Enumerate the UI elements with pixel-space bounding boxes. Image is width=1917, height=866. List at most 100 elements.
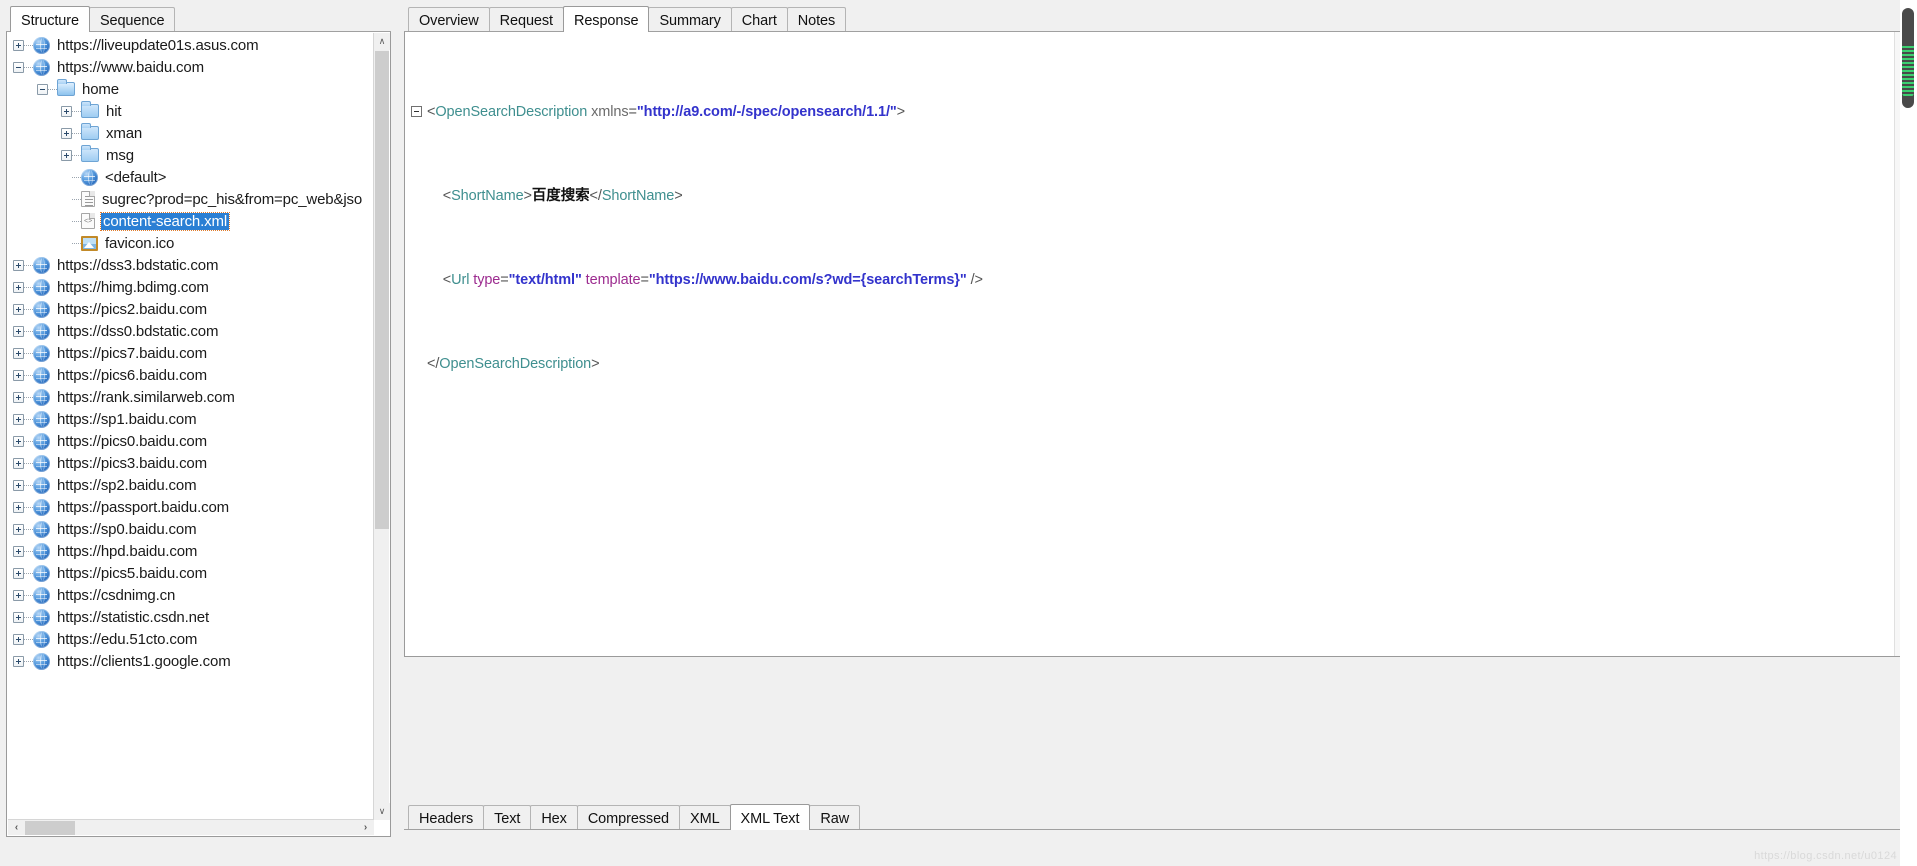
tab-xml[interactable]: XML <box>679 805 731 829</box>
tree-row[interactable]: <default> <box>7 166 377 188</box>
tab-response[interactable]: Response <box>562 6 650 32</box>
scroll-right-icon[interactable]: › <box>357 820 374 836</box>
expand-icon[interactable] <box>13 369 24 381</box>
tree-node-label: msg <box>106 146 134 164</box>
tree-row[interactable]: https://liveupdate01s.asus.com <box>7 34 377 56</box>
tree-row[interactable]: https://rank.similarweb.com <box>7 386 377 408</box>
tab-raw[interactable]: Raw <box>809 805 861 829</box>
scroll-up-icon[interactable]: ∧ <box>374 33 390 50</box>
tree-row[interactable]: home <box>7 78 377 100</box>
expand-icon[interactable] <box>13 413 24 425</box>
scroll-down-icon[interactable]: ∨ <box>374 803 390 820</box>
xml-line-4: </OpenSearchDescription> <box>411 354 1888 375</box>
xml-l3-open: < <box>442 272 452 288</box>
tab-summary[interactable]: Summary <box>648 7 732 31</box>
tab-request[interactable]: Request <box>488 7 564 31</box>
tree-row[interactable]: hit <box>7 100 377 122</box>
tree-row[interactable]: https://sp0.baidu.com <box>7 518 377 540</box>
tab-headers[interactable]: Headers <box>408 805 485 829</box>
tree-vscroll-thumb[interactable] <box>375 51 389 529</box>
tree-row[interactable]: https://pics5.baidu.com <box>7 562 377 584</box>
tree-row[interactable]: xman <box>7 122 377 144</box>
xml-text-viewer[interactable]: < OpenSearchDescription xmlns="http://a9.… <box>405 32 1894 656</box>
expand-icon[interactable] <box>13 259 24 271</box>
tree-connector-line <box>24 594 33 596</box>
tree-connector-line <box>72 110 81 112</box>
tree-row[interactable]: sugrec?prod=pc_his&from=pc_web&jso <box>7 188 377 210</box>
tree-row[interactable]: favicon.ico <box>7 232 377 254</box>
tree-row[interactable]: <> content-search.xml <box>7 210 377 232</box>
expand-icon[interactable] <box>61 149 72 161</box>
tree-connector-line <box>24 286 33 288</box>
minus-square-icon[interactable] <box>411 106 422 117</box>
tab-structure[interactable]: Structure <box>10 6 90 32</box>
tab-xml-text[interactable]: XML Text <box>729 804 811 830</box>
expand-icon[interactable] <box>61 127 72 139</box>
tree-connector-line <box>24 616 33 618</box>
tree-vertical-scrollbar[interactable]: ∧ ∨ <box>373 33 390 820</box>
expand-icon[interactable] <box>61 105 72 117</box>
tree-node-label: hit <box>106 102 122 120</box>
expand-icon[interactable] <box>13 611 24 623</box>
expand-icon[interactable] <box>13 501 24 513</box>
expand-icon[interactable] <box>13 391 24 403</box>
tab-overview[interactable]: Overview <box>408 7 490 31</box>
collapse-icon[interactable] <box>13 61 24 73</box>
tree-row[interactable]: https://dss3.bdstatic.com <box>7 254 377 276</box>
tab-sequence[interactable]: Sequence <box>88 7 176 31</box>
xml-l4-tag: OpenSearchDescription <box>439 356 592 372</box>
expand-icon[interactable] <box>13 567 24 579</box>
session-tree[interactable]: https://liveupdate01s.asus.com https://ww… <box>7 34 377 804</box>
collapse-icon[interactable] <box>37 83 48 95</box>
tree-row[interactable]: https://clients1.google.com <box>7 650 377 672</box>
tree-row[interactable]: https://pics2.baidu.com <box>7 298 377 320</box>
tree-horizontal-scrollbar[interactable]: ‹ › <box>8 819 374 835</box>
tree-row[interactable]: https://sp2.baidu.com <box>7 474 377 496</box>
expand-icon[interactable] <box>13 347 24 359</box>
tree-row[interactable]: msg <box>7 144 377 166</box>
tree-row[interactable]: https://pics3.baidu.com <box>7 452 377 474</box>
tab-text[interactable]: Text <box>483 805 532 829</box>
window-vscroll-thumb[interactable] <box>1902 8 1914 108</box>
tree-row[interactable]: https://passport.baidu.com <box>7 496 377 518</box>
tree-row[interactable]: https://dss0.bdstatic.com <box>7 320 377 342</box>
scroll-left-icon[interactable]: ‹ <box>8 820 25 836</box>
expand-icon[interactable] <box>13 457 24 469</box>
tree-row[interactable]: https://sp1.baidu.com <box>7 408 377 430</box>
expand-icon[interactable] <box>13 633 24 645</box>
charles-proxy-window: Structure Sequence https://liveupdate01s.… <box>0 0 1917 866</box>
expand-icon[interactable] <box>13 479 24 491</box>
tree-row[interactable]: https://www.baidu.com <box>7 56 377 78</box>
globe-icon <box>33 58 50 76</box>
xml-l4-open: </ <box>427 356 440 372</box>
globe-icon <box>33 256 50 274</box>
tree-row[interactable]: https://edu.51cto.com <box>7 628 377 650</box>
expand-icon[interactable] <box>13 325 24 337</box>
expand-icon[interactable] <box>13 39 24 51</box>
xml-l3-close: /> <box>970 272 983 288</box>
expand-icon[interactable] <box>13 435 24 447</box>
expand-icon[interactable] <box>13 523 24 535</box>
expand-icon[interactable] <box>13 589 24 601</box>
tree-row[interactable]: https://csdnimg.cn <box>7 584 377 606</box>
tree-connector-line <box>72 154 81 156</box>
expand-icon[interactable] <box>13 281 24 293</box>
tree-connector-line <box>48 88 57 90</box>
tab-chart[interactable]: Chart <box>730 7 788 31</box>
tree-connector-line <box>72 176 81 178</box>
tree-row[interactable]: https://hpd.baidu.com <box>7 540 377 562</box>
tree-row[interactable]: https://pics7.baidu.com <box>7 342 377 364</box>
expand-icon[interactable] <box>13 545 24 557</box>
tree-row[interactable]: https://pics6.baidu.com <box>7 364 377 386</box>
window-vertical-scrollbar[interactable] <box>1900 0 1917 866</box>
expand-icon[interactable] <box>13 303 24 315</box>
document-icon <box>81 191 95 207</box>
tab-compressed[interactable]: Compressed <box>576 805 681 829</box>
tree-row[interactable]: https://himg.bdimg.com <box>7 276 377 298</box>
tree-row[interactable]: https://statistic.csdn.net <box>7 606 377 628</box>
tree-row[interactable]: https://pics0.baidu.com <box>7 430 377 452</box>
tab-notes[interactable]: Notes <box>786 7 847 31</box>
tab-hex[interactable]: Hex <box>530 805 578 829</box>
expand-icon[interactable] <box>13 655 24 667</box>
tree-hscroll-thumb[interactable] <box>25 820 75 835</box>
